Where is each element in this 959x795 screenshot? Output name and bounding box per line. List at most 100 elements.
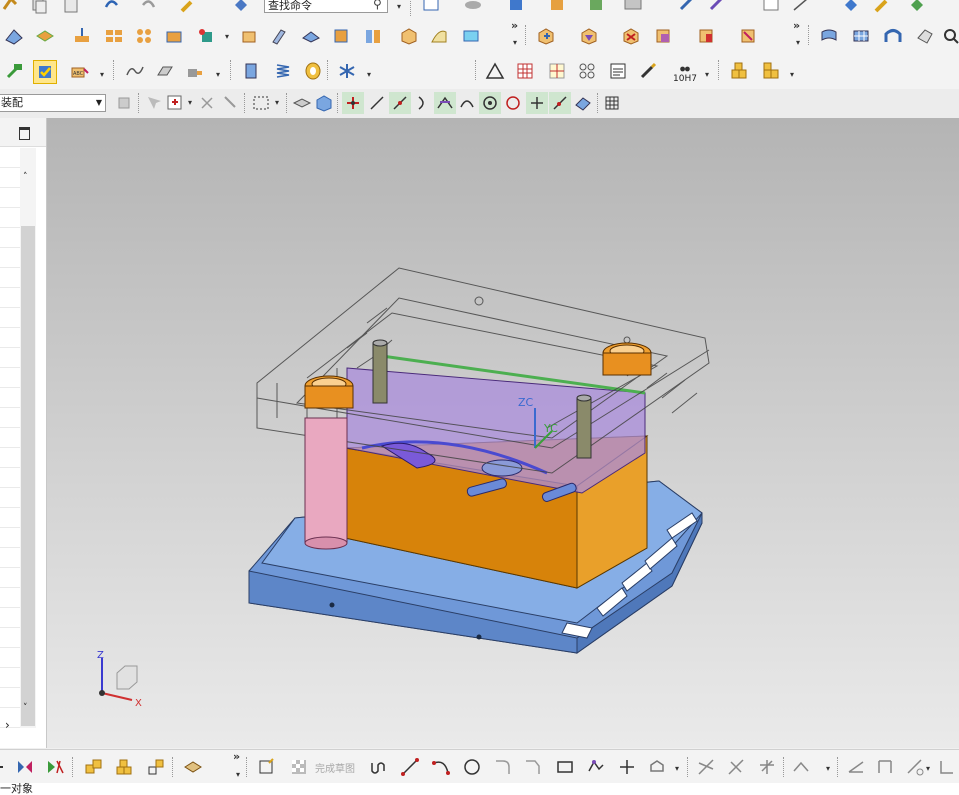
dropdown-icon[interactable]: ▾ [216, 70, 220, 79]
tree-row[interactable] [0, 268, 20, 288]
move-icon[interactable] [676, 0, 698, 16]
expand-panel-icon[interactable]: › [5, 718, 10, 732]
more-chevron-icon[interactable]: » [511, 19, 518, 32]
grid-snap-icon[interactable] [601, 92, 623, 114]
add-select-icon[interactable] [164, 92, 186, 114]
point-icon[interactable] [616, 756, 638, 778]
tree-row[interactable] [0, 348, 20, 368]
general-select-icon[interactable] [143, 92, 165, 114]
tree-row[interactable] [0, 668, 20, 688]
tree-row[interactable] [0, 688, 20, 708]
more-chevron-icon[interactable]: » [793, 19, 800, 32]
dropdown-icon[interactable]: ▾ [826, 764, 830, 773]
tree-row[interactable] [0, 628, 20, 648]
snap-endpoint-icon[interactable] [342, 92, 364, 114]
search-input[interactable]: 查找命令 [264, 0, 388, 13]
tool-icon[interactable] [178, 0, 200, 16]
guide-pillar-left[interactable] [304, 375, 354, 550]
finish-sketch-icon[interactable] [288, 756, 310, 778]
add-body-icon[interactable] [535, 25, 557, 47]
spring-icon[interactable] [272, 60, 294, 82]
ejector-icon[interactable] [71, 25, 93, 47]
tree-row[interactable] [0, 308, 20, 328]
snap-icon[interactable] [0, 0, 22, 16]
dimension-icon[interactable] [845, 756, 867, 778]
graphics-viewport[interactable]: ZC YC Z X [47, 118, 959, 748]
scroll-up-icon[interactable]: ˄ [23, 172, 28, 182]
triangle-icon[interactable] [484, 60, 506, 82]
dropdown-icon[interactable]: ▾ [796, 38, 800, 47]
tree-row[interactable] [0, 708, 20, 728]
line-icon[interactable] [399, 756, 421, 778]
sketch-icon[interactable] [256, 756, 278, 778]
tree-row[interactable] [0, 248, 20, 268]
tree-row[interactable] [0, 188, 20, 208]
more-chevron-icon[interactable]: » [233, 750, 240, 763]
quick-trim-icon[interactable] [695, 756, 717, 778]
trim-icon[interactable] [460, 25, 482, 47]
navigator-scrollbar[interactable]: ˄ ˅ [20, 148, 36, 728]
layer-icon[interactable] [420, 0, 442, 16]
snap-on-face-icon[interactable] [572, 92, 594, 114]
dropdown-icon[interactable]: ▾ [188, 98, 192, 107]
redo-icon[interactable] [138, 0, 160, 16]
wrench-icon[interactable] [872, 0, 894, 16]
select-icon[interactable] [230, 0, 252, 16]
tree-row[interactable] [0, 408, 20, 428]
hat-icon[interactable] [462, 0, 484, 16]
cube-icon[interactable] [398, 25, 420, 47]
bushing-icon[interactable] [302, 60, 324, 82]
snap-control-icon[interactable] [412, 92, 434, 114]
circle-icon[interactable] [461, 756, 483, 778]
cavity-layout-icon[interactable] [103, 25, 125, 47]
snap-arc-center-icon[interactable] [456, 92, 478, 114]
tree-row[interactable] [0, 568, 20, 588]
tree-row[interactable] [0, 388, 20, 408]
note-icon[interactable] [607, 60, 629, 82]
pocket-icon[interactable] [578, 25, 600, 47]
tree-row[interactable] [0, 528, 20, 548]
tree-row[interactable] [0, 468, 20, 488]
constraint-icon[interactable] [82, 756, 104, 778]
tolerance-fit-icon[interactable]: 10H7 [673, 60, 697, 86]
transform-icon[interactable] [706, 0, 728, 16]
offset-curve-icon[interactable] [790, 756, 812, 778]
patch-icon[interactable] [914, 25, 936, 47]
subtract-icon[interactable] [620, 25, 642, 47]
snap-quadrant-icon[interactable] [502, 92, 524, 114]
tree-row[interactable] [0, 228, 20, 248]
hammer-icon[interactable] [3, 60, 25, 82]
paste-icon[interactable] [60, 0, 82, 16]
cylinder-icon[interactable] [240, 60, 262, 82]
assembly-filter-icon[interactable] [113, 92, 135, 114]
check-region-icon[interactable] [33, 60, 57, 84]
tree-row[interactable] [0, 508, 20, 528]
rectangle-select-icon[interactable] [250, 92, 272, 114]
search-icon[interactable]: ⚲ [373, 0, 382, 11]
insert-icon[interactable] [330, 25, 352, 47]
tree-row[interactable] [0, 588, 20, 608]
gold-stack-icon[interactable] [760, 60, 782, 82]
snap-line-icon[interactable] [366, 92, 388, 114]
tree-row[interactable] [0, 368, 20, 388]
tree-row[interactable] [0, 548, 20, 568]
scroll-down-icon[interactable]: ˅ [23, 703, 28, 713]
plate-icon[interactable] [34, 25, 56, 47]
tree-row[interactable] [0, 168, 20, 188]
curved-surface-icon[interactable] [818, 25, 840, 47]
face-select-icon[interactable] [291, 92, 313, 114]
polyline-icon[interactable] [585, 756, 607, 778]
split-icon[interactable] [695, 25, 717, 47]
profile-icon[interactable] [368, 756, 390, 778]
box-icon[interactable] [238, 25, 260, 47]
tree-row[interactable] [0, 648, 20, 668]
tree-row[interactable] [0, 328, 20, 348]
lifter-icon[interactable] [300, 25, 322, 47]
dropdown-icon[interactable]: ▾ [367, 70, 371, 79]
list-icon[interactable] [760, 0, 782, 16]
mirror-icon[interactable] [14, 756, 36, 778]
rectangle-icon[interactable] [554, 756, 576, 778]
text-label-icon[interactable]: ABC [69, 60, 91, 82]
gold-blocks-icon[interactable] [728, 60, 750, 82]
make-corner-icon[interactable] [756, 756, 778, 778]
